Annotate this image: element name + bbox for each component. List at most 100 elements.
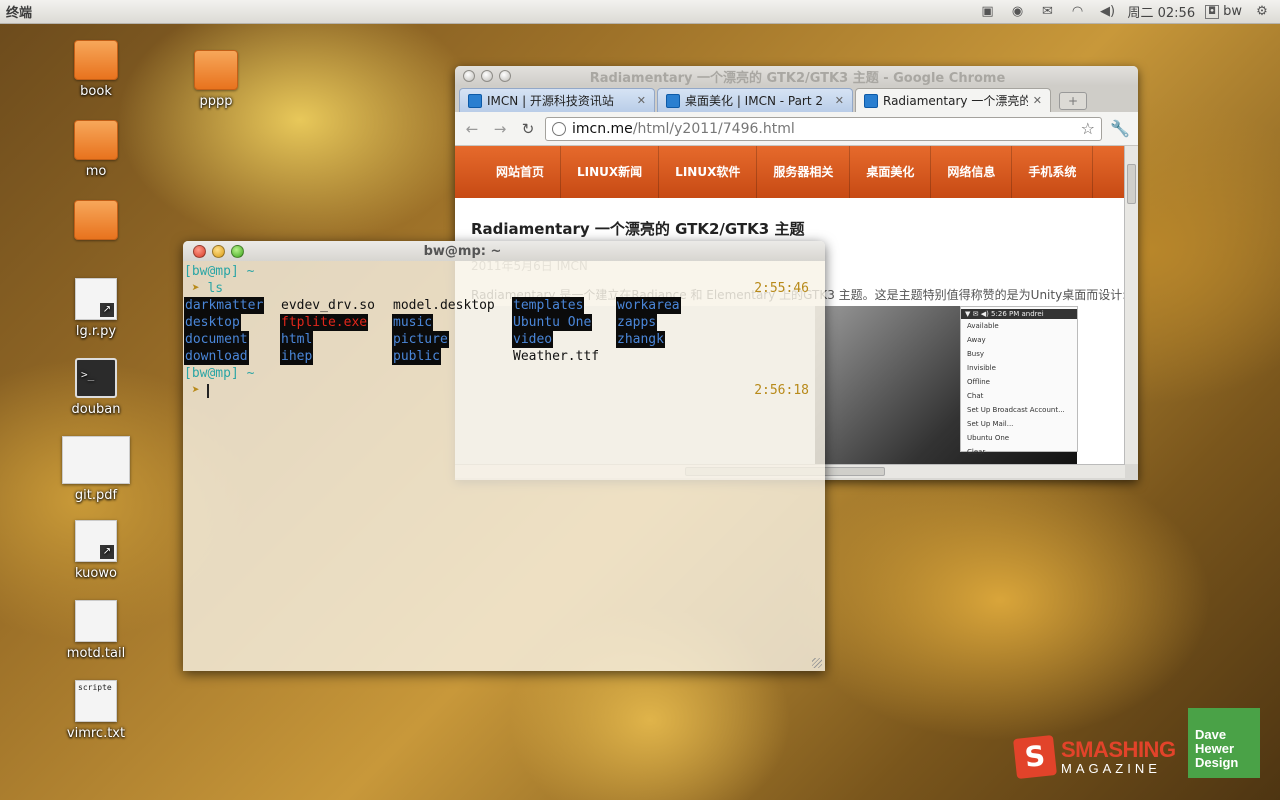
owl-favicon-icon xyxy=(468,93,482,108)
timestamp: 2:55:46 xyxy=(754,281,809,296)
wrench-icon[interactable]: 🔧 xyxy=(1108,117,1132,141)
ls-entry: ftplite.exe xyxy=(280,314,369,331)
maximize-button[interactable] xyxy=(499,70,511,82)
folder-icon xyxy=(74,120,118,160)
desktop-icon-douban[interactable]: >_ douban xyxy=(58,358,134,417)
logo-line: Design xyxy=(1195,755,1239,770)
desktop-icon-label: book xyxy=(80,84,112,99)
article-title[interactable]: Radiamentary 一个漂亮的 GTK2/GTK3 主题 xyxy=(471,218,1125,239)
terminal-titlebar[interactable]: bw@mp: ~ xyxy=(183,241,825,261)
site-nav: 网站首页 LINUX新闻 LINUX软件 服务器相关 桌面美化 网络信息 手机系… xyxy=(455,146,1125,198)
screenshot-menu-item: Away xyxy=(967,336,986,344)
pdf-thumbnail-icon xyxy=(62,436,130,484)
close-button[interactable] xyxy=(193,244,206,258)
tab-imcn-home[interactable]: IMCN | 开源科技资讯站 ✕ xyxy=(459,88,655,112)
command-line: ➤ 2:56:18 xyxy=(184,382,825,399)
indicator-area: ▣ ◉ ✉ ◠ ◀) 周二 02:56 ◘ bw ⚙ xyxy=(978,2,1280,21)
desktop-icon-vimrc[interactable]: scripte vimrc.txt xyxy=(58,680,134,741)
command-line: ➤ ls 2:55:46 xyxy=(184,280,825,297)
smashing-wordmark: SMASHING xyxy=(1061,736,1176,762)
nav-item-server[interactable]: 服务器相关 xyxy=(757,146,851,198)
desktop-icon-book[interactable]: book xyxy=(58,40,134,99)
back-arrow-icon[interactable]: ← xyxy=(461,118,483,140)
url-host: imcn.me xyxy=(572,120,633,137)
ls-entry: document xyxy=(184,331,249,348)
link-arrow-icon: ↗ xyxy=(100,545,114,559)
bookmark-star-icon[interactable]: ☆ xyxy=(1081,119,1095,138)
magazine-wordmark: MAGAZINE xyxy=(1061,760,1161,776)
tab-close-icon[interactable]: ✕ xyxy=(835,94,844,107)
owl-favicon-icon xyxy=(864,93,878,108)
nav-item-network[interactable]: 网络信息 xyxy=(931,146,1013,198)
ls-entry: zhangk xyxy=(616,331,665,348)
tab-label: IMCN | 开源科技资讯站 xyxy=(487,94,614,108)
prompt-line: [bw@mp] ~ xyxy=(184,365,825,382)
screenshot-menu-item: Chat xyxy=(967,392,984,400)
address-bar[interactable]: imcn.me/html/y2011/7496.html ☆ xyxy=(545,116,1102,141)
ls-entry: evdev_drv.so xyxy=(281,298,375,313)
nav-item-desktop[interactable]: 桌面美化 xyxy=(850,146,932,198)
nav-item-linux-software[interactable]: LINUX软件 xyxy=(659,146,758,198)
desktop-icon-kuowo[interactable]: ↗ kuowo xyxy=(58,520,134,581)
vertical-scrollbar[interactable] xyxy=(1124,146,1138,464)
text-file-icon: scripte xyxy=(75,680,117,722)
terminal-icon: >_ xyxy=(75,358,117,398)
weather-applet-icon[interactable]: ▣ xyxy=(978,3,998,21)
ls-row: darkmatter evdev_drv.so model.desktop te… xyxy=(184,297,825,314)
minimize-button[interactable] xyxy=(481,70,493,82)
text-file-preview: scripte xyxy=(78,683,112,692)
ls-row: document html picture video zhangk xyxy=(184,331,825,348)
file-icon xyxy=(75,600,117,642)
tab-radiamentary[interactable]: Radiamentary 一个漂亮的 ( ✕ xyxy=(855,88,1051,112)
gamepad-icon[interactable]: ◉ xyxy=(1008,3,1028,21)
user-name[interactable]: bw xyxy=(1223,4,1242,19)
scrollbar-thumb[interactable] xyxy=(1127,164,1136,204)
forward-arrow-icon[interactable]: → xyxy=(489,118,511,140)
prompt-arrow-icon: ➤ xyxy=(191,383,200,398)
dave-hewer-logo: Dave Hewer Design xyxy=(1188,708,1260,778)
close-button[interactable] xyxy=(463,70,475,82)
desktop-icon-mo[interactable]: mo xyxy=(58,120,134,179)
ls-entry: Weather.ttf xyxy=(513,349,600,364)
ls-entry: video xyxy=(512,331,554,348)
desktop-icon-folder[interactable] xyxy=(58,200,134,244)
terminal-output[interactable]: [bw@mp] ~ ➤ ls 2:55:46 darkmatter evdev_d… xyxy=(183,261,825,399)
user-icon[interactable]: ◘ xyxy=(1205,4,1220,19)
tab-strip: IMCN | 开源科技资讯站 ✕ 桌面美化 | IMCN - Part 2 ✕ … xyxy=(455,86,1138,112)
active-app-title: 终端 xyxy=(6,6,33,21)
desktop-icon-git-pdf[interactable]: git.pdf xyxy=(58,436,134,503)
mail-icon[interactable]: ✉ xyxy=(1038,3,1058,21)
volume-icon[interactable]: ◀) xyxy=(1098,3,1118,21)
minimize-button[interactable] xyxy=(212,244,225,258)
ls-entry: model.desktop xyxy=(393,298,495,313)
resize-grip-icon[interactable] xyxy=(812,658,822,668)
prompt: [bw@mp] ~ xyxy=(184,366,255,381)
desktop-icon-motd-tail[interactable]: motd.tail xyxy=(58,600,134,661)
desktop-icon-pppp[interactable]: pppp xyxy=(178,50,254,109)
chrome-titlebar[interactable]: Radiamentary 一个漂亮的 GTK2/GTK3 主题 - Google… xyxy=(455,66,1138,86)
desktop-icon-label: vimrc.txt xyxy=(66,726,126,741)
maximize-button[interactable] xyxy=(231,244,244,258)
desktop-icon-label: pppp xyxy=(199,94,233,109)
screenshot-user: andrei xyxy=(1021,310,1044,318)
folder-icon xyxy=(194,50,238,90)
wifi-icon[interactable]: ◠ xyxy=(1068,3,1088,21)
folder-icon xyxy=(74,200,118,240)
nav-item-linux-news[interactable]: LINUX新闻 xyxy=(561,146,660,198)
nav-item-home[interactable]: 网站首页 xyxy=(480,146,562,198)
gear-icon[interactable]: ⚙ xyxy=(1252,3,1272,21)
folder-icon xyxy=(74,40,118,80)
top-panel: 终端 ▣ ◉ ✉ ◠ ◀) 周二 02:56 ◘ bw ⚙ xyxy=(0,0,1280,24)
nav-item-mobile[interactable]: 手机系统 xyxy=(1012,146,1094,198)
prompt: [bw@mp] ~ xyxy=(184,264,255,279)
terminal-window[interactable]: bw@mp: ~ [bw@mp] ~ ➤ ls 2:55:46 darkmatte… xyxy=(183,241,825,671)
desktop-icon-lg-r-py[interactable]: ↗ lg.r.py xyxy=(58,278,134,339)
smashing-magazine-logo: S SMASHING MAGAZINE xyxy=(1013,735,1176,779)
reload-icon[interactable]: ↻ xyxy=(517,118,539,140)
new-tab-button[interactable]: + xyxy=(1059,92,1087,110)
clock[interactable]: 周二 02:56 xyxy=(1128,2,1196,21)
tab-desktop-beautify[interactable]: 桌面美化 | IMCN - Part 2 ✕ xyxy=(657,88,853,112)
tab-close-icon[interactable]: ✕ xyxy=(637,94,646,107)
tab-close-icon[interactable]: ✕ xyxy=(1033,94,1042,107)
ls-entry: html xyxy=(280,331,314,348)
